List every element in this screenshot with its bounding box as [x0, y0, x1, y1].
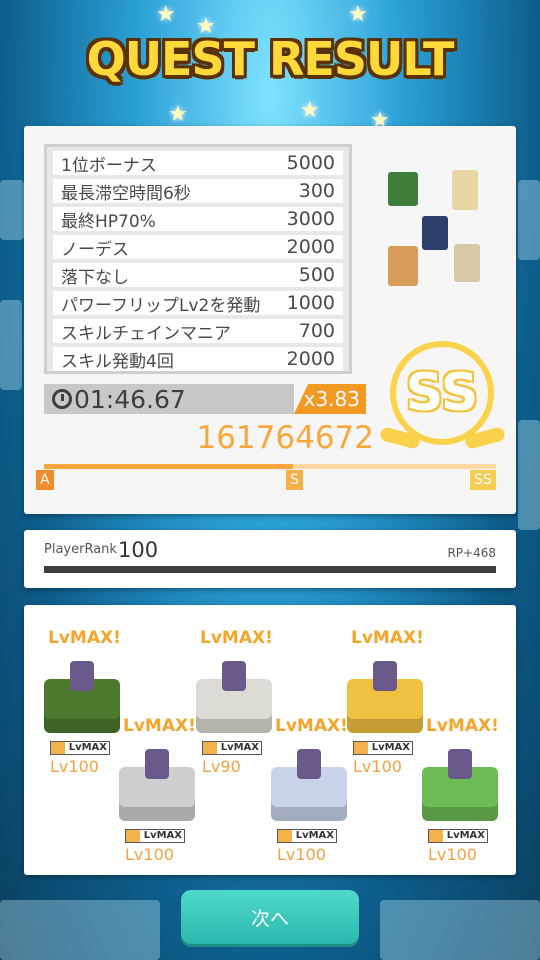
clear-time: 01:46.67	[44, 384, 294, 414]
page-title: QUEST RESULT	[86, 32, 455, 86]
player-rank-panel: PlayerRank 100 RP+468	[24, 530, 516, 588]
unit-character	[145, 749, 169, 779]
lvmax-tag: LvMAX	[125, 829, 185, 843]
bonus-label: 最長滞空時間6秒	[61, 183, 191, 204]
unit-character	[222, 661, 246, 691]
result-panel: 1位ボーナス 5000 最長滞空時間6秒 300 最終HP70% 3000 ノーデス 2000…	[24, 126, 516, 514]
unit-level: Lv100	[353, 757, 402, 776]
bonus-label: 最終HP70%	[61, 211, 156, 232]
rank-gauge-fill	[44, 464, 293, 469]
unit-character	[373, 661, 397, 691]
rank-points-gain: RP+468	[447, 546, 496, 560]
bonus-points: 2000	[286, 348, 335, 370]
bonus-row: パワーフリップLv2を発動 1000	[53, 291, 343, 316]
rank-emblem: SS	[378, 341, 507, 451]
bonus-label: 1位ボーナス	[61, 155, 157, 176]
bonus-list[interactable]: 1位ボーナス 5000 最長滞空時間6秒 300 最終HP70% 3000 ノーデス 2000…	[44, 144, 352, 374]
sparkle-icon: ★	[348, 2, 368, 27]
bonus-row: スキル発動4回 2000	[53, 347, 343, 371]
bonus-label: パワーフリップLv2を発動	[61, 295, 261, 316]
timer-icon	[52, 389, 72, 409]
bonus-row: ノーデス 2000	[53, 235, 343, 260]
lvmax-tag: LvMAX	[50, 741, 110, 755]
bonus-points: 500	[298, 264, 335, 286]
bonus-points: 3000	[286, 208, 335, 230]
unit-level: Lv100	[277, 845, 326, 864]
bonus-label: スキル発動4回	[61, 351, 174, 372]
character-sprite	[388, 172, 418, 206]
bonus-row: 最長滞空時間6秒 300	[53, 179, 343, 204]
player-rank-label: PlayerRank	[44, 542, 117, 557]
character-sprite	[454, 244, 480, 282]
character-sprite	[422, 216, 448, 250]
bonus-label: 落下なし	[61, 267, 129, 288]
bonus-row: スキルチェインマニア 700	[53, 319, 343, 344]
next-button[interactable]: 次へ	[181, 890, 359, 944]
bonus-label: スキルチェインマニア	[61, 323, 231, 344]
character-sprite	[452, 170, 478, 210]
lvmax-tag: LvMAX	[428, 829, 488, 843]
unit-level: Lv100	[428, 845, 477, 864]
total-score: 161764672	[196, 420, 374, 456]
bonus-label: ノーデス	[61, 239, 129, 260]
lvmax-badge: LvMAX!	[123, 695, 196, 751]
gauge-tick-a: A	[36, 470, 54, 490]
unit-character	[70, 661, 94, 691]
sparkle-icon: ★	[156, 2, 176, 27]
units-panel: LvMAX! LvMAX Lv100 LvMAX! LvMAX Lv100 LvMAX! Lv…	[24, 605, 516, 875]
lvmax-tag: LvMAX	[277, 829, 337, 843]
unit-character	[297, 749, 321, 779]
sparkle-icon: ★	[300, 98, 320, 123]
gauge-tick-s: S	[286, 470, 303, 490]
score-multiplier: x3.83	[294, 384, 366, 414]
unit-level: Lv100	[125, 845, 174, 864]
sparkle-icon: ★	[168, 102, 188, 127]
character-sprite	[388, 246, 418, 286]
player-rank-value: 100	[118, 538, 159, 562]
player-rank-bar	[44, 566, 496, 573]
unit-level: Lv100	[50, 757, 99, 776]
lvmax-badge: LvMAX!	[351, 607, 424, 663]
unit-character	[448, 749, 472, 779]
lvmax-tag: LvMAX	[202, 741, 262, 755]
rank-letter: SS	[405, 363, 479, 423]
unit-card[interactable]: LvMAX! LvMAX Lv100	[422, 695, 512, 901]
bonus-row: 1位ボーナス 5000	[53, 151, 343, 176]
bonus-row: 落下なし 500	[53, 263, 343, 288]
lvmax-badge: LvMAX!	[275, 695, 348, 751]
bonus-points: 2000	[286, 236, 335, 258]
clear-time-value: 01:46.67	[74, 384, 186, 414]
bonus-points: 700	[298, 320, 335, 342]
unit-level: Lv90	[202, 757, 241, 776]
bonus-points: 5000	[286, 152, 335, 174]
lvmax-badge: LvMAX!	[426, 695, 499, 751]
lvmax-badge: LvMAX!	[200, 607, 273, 663]
bonus-points: 1000	[286, 292, 335, 314]
bonus-row: 最終HP70% 3000	[53, 207, 343, 232]
lvmax-tag: LvMAX	[353, 741, 413, 755]
gauge-tick-ss: SS	[470, 470, 496, 490]
lvmax-badge: LvMAX!	[48, 607, 121, 663]
bonus-points: 300	[298, 180, 335, 202]
